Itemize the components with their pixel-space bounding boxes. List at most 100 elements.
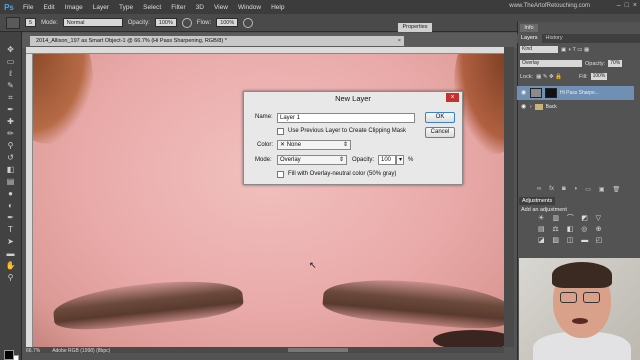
- close-icon[interactable]: ×: [633, 2, 637, 9]
- pressure-opacity-icon[interactable]: [181, 17, 192, 28]
- dialog-close-button[interactable]: ×: [446, 93, 459, 102]
- add-mask-icon[interactable]: ◙: [562, 186, 566, 194]
- layer-style-icon[interactable]: fx: [549, 186, 554, 194]
- photoshop-logo: Ps: [4, 2, 14, 12]
- expand-arrow-icon[interactable]: ›: [530, 104, 532, 110]
- presenter-hair: [552, 262, 612, 288]
- maximize-icon[interactable]: □: [625, 2, 629, 9]
- hue-saturation-icon[interactable]: ▤: [538, 226, 545, 233]
- curves-icon[interactable]: ⌒: [567, 215, 574, 222]
- layer-row-back[interactable]: ◉ › Back: [517, 100, 634, 114]
- eye-icon[interactable]: ◉: [521, 104, 527, 110]
- zoom-level[interactable]: 66.7%: [26, 347, 40, 355]
- menu-window[interactable]: Window: [233, 4, 266, 11]
- color-select[interactable]: ✕ None ⇕: [277, 140, 351, 150]
- tab-history[interactable]: History: [542, 34, 567, 43]
- foreground-color-swatch[interactable]: [4, 350, 14, 360]
- color-balance-icon[interactable]: ⚖: [552, 226, 559, 233]
- horizontal-scroll-thumb[interactable]: [288, 348, 348, 352]
- cancel-button[interactable]: Cancel: [425, 127, 455, 138]
- kind-filter-select[interactable]: Kind: [520, 46, 558, 53]
- layer-mask-thumbnail[interactable]: [545, 88, 557, 98]
- threshold-icon[interactable]: ◫: [567, 237, 574, 244]
- new-layer-icon[interactable]: ▣: [599, 186, 605, 194]
- document-tab[interactable]: 2014_Allison_197 as Smart Object-1 @ 66.…: [30, 36, 404, 46]
- dodge-tool-icon[interactable]: ◐: [6, 202, 16, 210]
- menu-select[interactable]: Select: [138, 4, 166, 11]
- move-tool-icon[interactable]: ✥: [6, 46, 16, 54]
- dialog-title: New Layer: [335, 94, 371, 103]
- invert-icon[interactable]: ◪: [538, 237, 545, 244]
- properties-tab[interactable]: Properties: [398, 23, 432, 32]
- eraser-tool-icon[interactable]: ◧: [6, 166, 16, 174]
- black-white-icon[interactable]: ◧: [567, 226, 574, 233]
- mode-select[interactable]: Overlay ⇕: [277, 155, 347, 165]
- eyedropper-tool-icon[interactable]: ✒: [6, 106, 16, 114]
- crop-tool-icon[interactable]: ⌗: [6, 94, 16, 102]
- menu-layer[interactable]: Layer: [88, 4, 114, 11]
- minimize-icon[interactable]: –: [617, 2, 621, 9]
- hand-tool-icon[interactable]: ✋: [6, 262, 16, 270]
- airbrush-icon[interactable]: [243, 17, 254, 28]
- layer-name-input[interactable]: Layer 1: [277, 113, 415, 123]
- layer-opacity-field[interactable]: 70%: [608, 60, 623, 67]
- pen-tool-icon[interactable]: ✒: [6, 214, 16, 222]
- menu-type[interactable]: Type: [114, 4, 138, 11]
- close-document-icon[interactable]: ×: [398, 36, 401, 46]
- lock-icons[interactable]: ▦ ✎ ✥ 🔒: [536, 74, 562, 80]
- blur-tool-icon[interactable]: ●: [6, 190, 16, 198]
- vertical-scrollbar[interactable]: [504, 47, 514, 347]
- opacity-field[interactable]: 100%: [154, 18, 177, 27]
- selective-color-icon[interactable]: ◰: [596, 237, 603, 244]
- menu-view[interactable]: View: [209, 4, 233, 11]
- fill-field[interactable]: 100%: [590, 73, 608, 80]
- filter-icons[interactable]: ▣ ◑ T ▭ ▦: [561, 47, 589, 53]
- link-layers-icon[interactable]: ∞: [537, 186, 541, 194]
- gradient-tool-icon[interactable]: ▤: [6, 178, 16, 186]
- menu-file[interactable]: File: [18, 4, 38, 11]
- opacity-input[interactable]: 100: [378, 155, 396, 165]
- type-tool-icon[interactable]: T: [6, 226, 16, 234]
- menu-edit[interactable]: Edit: [38, 4, 59, 11]
- new-group-icon[interactable]: ▭: [585, 186, 591, 194]
- clipping-mask-checkbox[interactable]: [277, 128, 284, 135]
- history-brush-tool-icon[interactable]: ↺: [6, 154, 16, 162]
- adjustments-tab[interactable]: Adjustments: [519, 197, 555, 205]
- info-tab[interactable]: Info: [520, 24, 538, 32]
- tool-preset-picker[interactable]: [6, 16, 20, 29]
- channel-mixer-icon[interactable]: ⊕: [596, 226, 603, 233]
- healing-tool-icon[interactable]: ✚: [6, 118, 16, 126]
- fill-neutral-checkbox[interactable]: [277, 171, 284, 178]
- ok-button[interactable]: OK: [425, 112, 455, 123]
- exposure-icon[interactable]: ◩: [581, 215, 588, 222]
- menu-image[interactable]: Image: [60, 4, 88, 11]
- zoom-tool-icon[interactable]: ⚲: [6, 274, 16, 282]
- posterize-icon[interactable]: ▨: [552, 237, 559, 244]
- adjustment-layer-icon[interactable]: ◑: [574, 186, 578, 194]
- menu-help[interactable]: Help: [266, 4, 289, 11]
- clone-stamp-tool-icon[interactable]: ⚲: [6, 142, 16, 150]
- tab-layers[interactable]: Layers: [517, 34, 542, 43]
- menu-filter[interactable]: Filter: [166, 4, 190, 11]
- eye-icon[interactable]: ◉: [521, 90, 527, 96]
- blend-mode-select[interactable]: Overlay: [520, 60, 582, 67]
- menu-3d[interactable]: 3D: [191, 4, 209, 11]
- brush-size-field[interactable]: 5: [25, 18, 37, 27]
- shape-tool-icon[interactable]: ▬: [6, 250, 16, 258]
- delete-layer-icon[interactable]: 🗑: [613, 186, 621, 194]
- opacity-stepper[interactable]: ▾: [396, 155, 404, 165]
- layer-row-hipass[interactable]: ◉ Hi Pass Sharpe...: [517, 86, 634, 100]
- brush-tool-icon[interactable]: ✏: [6, 130, 16, 138]
- brightness-icon[interactable]: ☀: [538, 215, 545, 222]
- vibrance-icon[interactable]: ▽: [596, 215, 603, 222]
- photo-filter-icon[interactable]: ◎: [581, 226, 588, 233]
- flow-field[interactable]: 100%: [216, 18, 239, 27]
- levels-icon[interactable]: ▥: [552, 215, 559, 222]
- path-select-tool-icon[interactable]: ➤: [6, 238, 16, 246]
- color-label: Color:: [257, 142, 274, 148]
- mode-select[interactable]: Normal: [62, 18, 123, 27]
- marquee-tool-icon[interactable]: ▭: [6, 58, 16, 66]
- lasso-tool-icon[interactable]: ℓ: [6, 70, 16, 78]
- quick-select-tool-icon[interactable]: ✎: [6, 82, 16, 90]
- gradient-map-icon[interactable]: ▬: [581, 237, 588, 244]
